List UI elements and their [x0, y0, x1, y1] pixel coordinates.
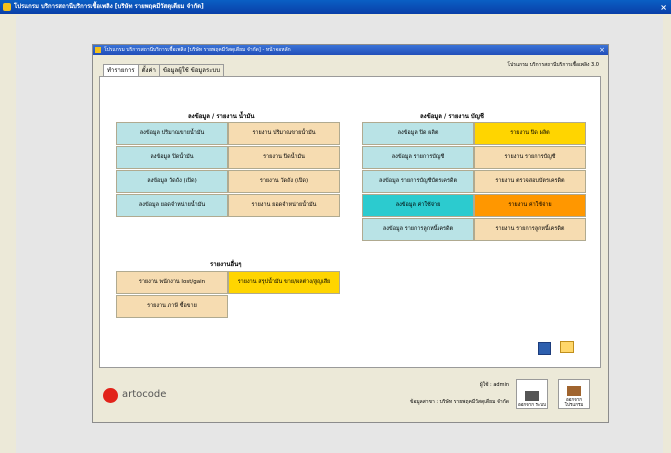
- app-icon: [3, 3, 11, 11]
- tax-report-button[interactable]: รายงาน ภาษี ซื้อขาย: [116, 295, 228, 318]
- brand-logo-text: artocode: [122, 389, 167, 400]
- version-label: โปรแกรม บริการสถานีบริการเชื้อเพลิง 3.0: [507, 62, 599, 68]
- fuel-total-report-button[interactable]: รายงาน ยอดจำหน่ายน้ำมัน: [228, 194, 340, 217]
- expense-report-button[interactable]: รายงาน ค่าใช้จ่าย: [474, 194, 586, 217]
- fuel-section-heading: ลงข้อมูล / รายงาน น้ำมัน: [188, 113, 255, 120]
- account-section-heading: ลงข้อมูล / รายงาน บัญชี: [420, 113, 484, 120]
- account-entry-button[interactable]: ลงข้อมูล รายการบัญชี: [362, 146, 474, 169]
- fuel-summary-report-button[interactable]: รายงาน สรุปน้ำมัน ขาย/ผลต่าง/สูญเสีย: [228, 271, 340, 294]
- fuel-close-report-button[interactable]: รายงาน ปิดน้ำมัน: [228, 146, 340, 169]
- close-product-entry-button[interactable]: ลงข้อมูล ปิด ผลิต: [362, 122, 474, 145]
- credit-card-entry-button[interactable]: ลงข้อมูล รายการบัญชีบัตรเครดิต: [362, 170, 474, 193]
- fuel-close-entry-button[interactable]: ลงข้อมูล ปิดน้ำมัน: [116, 146, 228, 169]
- credit-card-report-button[interactable]: รายงาน ตรวจสอบบัตรเครดิต: [474, 170, 586, 193]
- other-section-heading: รายงานอื่นๆ: [210, 261, 242, 268]
- outer-title-bar: โปรแกรม บริการสถานีบริการเชื้อเพลิง [บริ…: [0, 0, 671, 14]
- tank-measure-report-button[interactable]: รายงาน วัดถัง (เปิด): [228, 170, 340, 193]
- outer-window-title: โปรแกรม บริการสถานีบริการเชื้อเพลิง [บริ…: [14, 3, 204, 10]
- current-user: ผู้ใช้ : admin: [479, 382, 509, 388]
- tab-panel: ลงข้อมูล / รายงาน น้ำมัน ลงข้อมูล ปริมาณ…: [99, 76, 601, 368]
- exit-label: ออกจาก โปรแกรม: [564, 398, 584, 408]
- exit-icon: [567, 386, 581, 396]
- fuel-sales-report-button[interactable]: รายงาน ปริมาณขายน้ำมัน: [228, 122, 340, 145]
- tab-user-system[interactable]: ข้อมูลผู้ใช้ ข้อมูลระบบ: [158, 64, 225, 76]
- artocode-logo-icon: [103, 388, 118, 403]
- debtor-entry-button[interactable]: ลงข้อมูล รายการลูกหนี้เครดิต: [362, 218, 474, 241]
- tab-bar: ทำรายการ ตั้งค่า ข้อมูลผู้ใช้ ข้อมูลระบบ: [103, 64, 225, 76]
- folder-icon[interactable]: [560, 341, 574, 353]
- branch-info: ข้อมูลสาขา : บริษัท รายพฤคมีวัสดุเดียม จ…: [409, 399, 509, 405]
- logout-button[interactable]: ออกจาก ระบบ: [516, 379, 548, 409]
- inner-window-title: โปรแกรม บริการสถานีบริการเชื้อเพลิง [บริ…: [104, 47, 291, 53]
- inner-title-bar: โปรแกรม บริการสถานีบริการเชื้อเพลิง [บริ…: [93, 45, 608, 55]
- close-product-report-button[interactable]: รายงาน ปิด ผลิต: [474, 122, 586, 145]
- help-icon[interactable]: [538, 342, 551, 355]
- close-icon[interactable]: ×: [660, 1, 667, 15]
- tank-measure-entry-button[interactable]: ลงข้อมูล วัดถัง (เปิด): [116, 170, 228, 193]
- exit-button[interactable]: ออกจาก โปรแกรม: [558, 379, 590, 409]
- debtor-report-button[interactable]: รายงาน รายการลูกหนี้เครดิต: [474, 218, 586, 241]
- tab-settings[interactable]: ตั้งค่า: [137, 64, 160, 76]
- fuel-total-entry-button[interactable]: ลงข้อมูล ยอดจำหน่ายน้ำมัน: [116, 194, 228, 217]
- logout-icon: [525, 391, 539, 401]
- fuel-sales-entry-button[interactable]: ลงข้อมูล ปริมาณขายน้ำมัน: [116, 122, 228, 145]
- staff-lost-gain-report-button[interactable]: รายงาน พนักงาน lost/gain: [116, 271, 228, 294]
- expense-entry-button[interactable]: ลงข้อมูล ค่าใช้จ่าย: [362, 194, 474, 217]
- main-window: โปรแกรม บริการสถานีบริการเชื้อเพลิง [บริ…: [92, 44, 609, 423]
- close-icon[interactable]: ×: [599, 45, 605, 55]
- account-report-button[interactable]: รายงาน รายการบัญชี: [474, 146, 586, 169]
- logout-label: ออกจาก ระบบ: [518, 403, 546, 408]
- tab-transactions[interactable]: ทำรายการ: [103, 64, 139, 76]
- window-icon: [95, 47, 101, 53]
